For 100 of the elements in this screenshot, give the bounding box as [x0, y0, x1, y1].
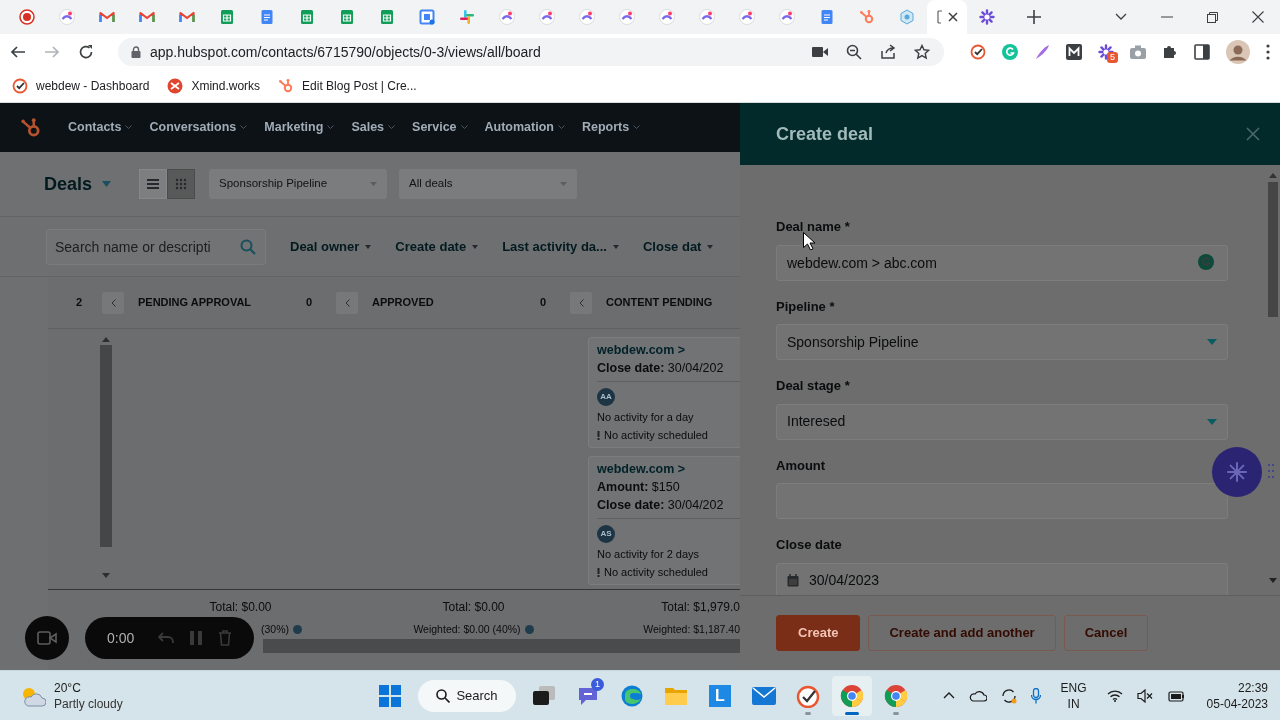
forward-icon[interactable]	[44, 44, 60, 60]
deal-card[interactable]: webdew.com > Amount: $150 Close date: 30/04/202 AS No activity for 2 days No activity scheduled	[588, 456, 740, 585]
drag-handle-icon[interactable]	[1268, 464, 1274, 478]
taskbar-search[interactable]: Search	[418, 679, 516, 712]
nav-menu-item[interactable]: Reports	[581, 118, 630, 137]
scroll-up-icon	[1269, 173, 1277, 178]
list-icon	[147, 179, 160, 189]
activity-text: No activity for a day	[597, 410, 695, 424]
field-label: Close date	[776, 536, 843, 554]
star-icon[interactable]	[914, 44, 930, 60]
select-field[interactable]: Interesed	[776, 403, 1228, 440]
check-circle-icon[interactable]	[970, 44, 986, 60]
undo-icon[interactable]	[158, 632, 175, 644]
grammar-logo-icon[interactable]	[1002, 44, 1018, 60]
chrome-logo-icon	[840, 683, 864, 708]
grammar-logo-icon[interactable]	[1198, 253, 1214, 270]
sprocket-icon[interactable]	[20, 116, 42, 139]
search-field[interactable]: Search name or descripti	[46, 228, 266, 265]
filter-dropdown[interactable]: Create date	[395, 236, 467, 257]
muted-speaker-icon[interactable]	[1136, 688, 1153, 703]
nav-menu-item[interactable]: Contacts	[68, 118, 122, 137]
filter-dropdown[interactable]: Deal owner	[290, 236, 360, 257]
pipeline-dropdown[interactable]: Sponsorship Pipeline	[209, 169, 388, 199]
reload-icon[interactable]	[78, 44, 94, 60]
camera-button[interactable]	[25, 616, 69, 660]
column-title: APPROVED	[372, 295, 434, 311]
new-tab-icon[interactable]	[1027, 10, 1041, 24]
quill-icon[interactable]	[1034, 44, 1050, 60]
zoom-icon[interactable]	[846, 44, 862, 60]
cloud-icon[interactable]	[968, 689, 987, 702]
select-field[interactable]: Sponsorship Pipeline	[776, 324, 1228, 360]
date-field[interactable]: 30/04/2023	[776, 562, 1228, 595]
m-logo-icon[interactable]	[1066, 44, 1082, 60]
secondary-button[interactable]: Cancel	[1063, 615, 1149, 651]
horizontal-scrollbar[interactable]	[263, 639, 740, 653]
deal-card[interactable]: webdew.com > Close date: 30/04/202 AA No activity for a day No activity scheduled	[588, 337, 740, 448]
weather-text[interactable]: Partly cloudy	[54, 695, 123, 712]
nav-menu-item[interactable]: Conversations	[149, 118, 237, 137]
camera-icon[interactable]	[1130, 45, 1146, 59]
record-icon	[19, 9, 35, 25]
scrollbar-thumb[interactable]	[100, 345, 112, 547]
nav-menu-item[interactable]: Automation	[484, 118, 554, 137]
calendar-icon	[787, 574, 799, 587]
notification-badge: 1	[591, 677, 604, 691]
scrollbar-thumb[interactable]	[1268, 182, 1278, 317]
spreadsheet-icon	[339, 9, 355, 25]
gear-icon[interactable]	[1098, 44, 1114, 60]
text-field[interactable]	[776, 483, 1228, 519]
close-icon[interactable]	[1252, 11, 1264, 23]
side-panel-icon[interactable]	[1194, 44, 1210, 60]
restore-icon[interactable]	[1207, 11, 1218, 23]
avatar-icon[interactable]	[1226, 40, 1250, 64]
spreadsheet-icon	[379, 9, 395, 25]
deal-link[interactable]: webdew.com >	[597, 343, 740, 357]
trash-icon[interactable]	[218, 630, 233, 646]
address-field[interactable]: app.hubspot.com/contacts/6715790/objects/0-3/views/all/board	[118, 38, 944, 66]
field-label: Deal stage *	[776, 377, 851, 395]
taskbar-app[interactable]: 1	[568, 675, 608, 716]
menu-icon[interactable]	[1266, 44, 1270, 60]
nav-menu-item[interactable]: Service	[412, 118, 457, 137]
text-field[interactable]: webdew.com > abc.com	[776, 244, 1228, 281]
temperature-text[interactable]: 20°C	[54, 679, 123, 696]
battery-icon[interactable]	[1166, 689, 1185, 702]
bookmark-link[interactable]: Xmind.works	[167, 77, 261, 95]
secondary-button[interactable]: Create and add another	[868, 615, 1056, 651]
assistant-button[interactable]	[1212, 447, 1262, 497]
nav-menu-item[interactable]: Sales	[351, 118, 385, 137]
owner-avatar: AS	[597, 525, 615, 543]
caret-icon[interactable]	[102, 181, 112, 187]
weighted-total: (30%)	[261, 622, 289, 637]
view-toggle-button[interactable]	[139, 169, 168, 199]
view-toggle-button[interactable]	[167, 169, 196, 199]
filter-dropdown[interactable]: Last activity da...	[502, 236, 607, 257]
bookmark-link[interactable]: Edit Blog Post | Cre...	[278, 77, 417, 95]
sync-icon[interactable]	[1000, 687, 1017, 704]
puzzle-icon[interactable]	[1162, 44, 1178, 60]
app-logo: L	[709, 684, 731, 707]
page-title[interactable]: Deals	[44, 170, 93, 198]
create-button[interactable]: Create	[776, 615, 861, 651]
clock[interactable]: 22:39 05-04-2023	[1206, 679, 1268, 712]
chevron-down-icon[interactable]	[1115, 13, 1127, 21]
deal-link[interactable]: webdew.com >	[597, 462, 740, 476]
microphone-icon[interactable]	[1030, 687, 1041, 704]
view-dropdown[interactable]: All deals	[399, 169, 578, 199]
chevron-up-icon[interactable]	[942, 692, 955, 699]
wifi-icon[interactable]	[1106, 689, 1123, 702]
close-icon[interactable]	[948, 12, 958, 22]
nav-menu-item[interactable]: Marketing	[264, 118, 324, 137]
video-camera-icon[interactable]	[812, 46, 828, 58]
filter-dropdown[interactable]: Close dat	[642, 236, 702, 257]
back-icon[interactable]	[10, 44, 26, 60]
chevron-left-icon	[578, 298, 584, 307]
bookmark-link[interactable]: webdew - Dashboard	[12, 77, 150, 95]
notification-badge: 5	[1107, 52, 1118, 63]
owner-avatar: AA	[597, 388, 615, 406]
caret-icon	[560, 182, 568, 186]
language-indicator[interactable]: ENG IN	[1060, 679, 1087, 712]
share-icon[interactable]	[880, 44, 896, 60]
taskbar-app[interactable]: L	[700, 675, 740, 716]
pause-icon[interactable]	[190, 631, 203, 645]
